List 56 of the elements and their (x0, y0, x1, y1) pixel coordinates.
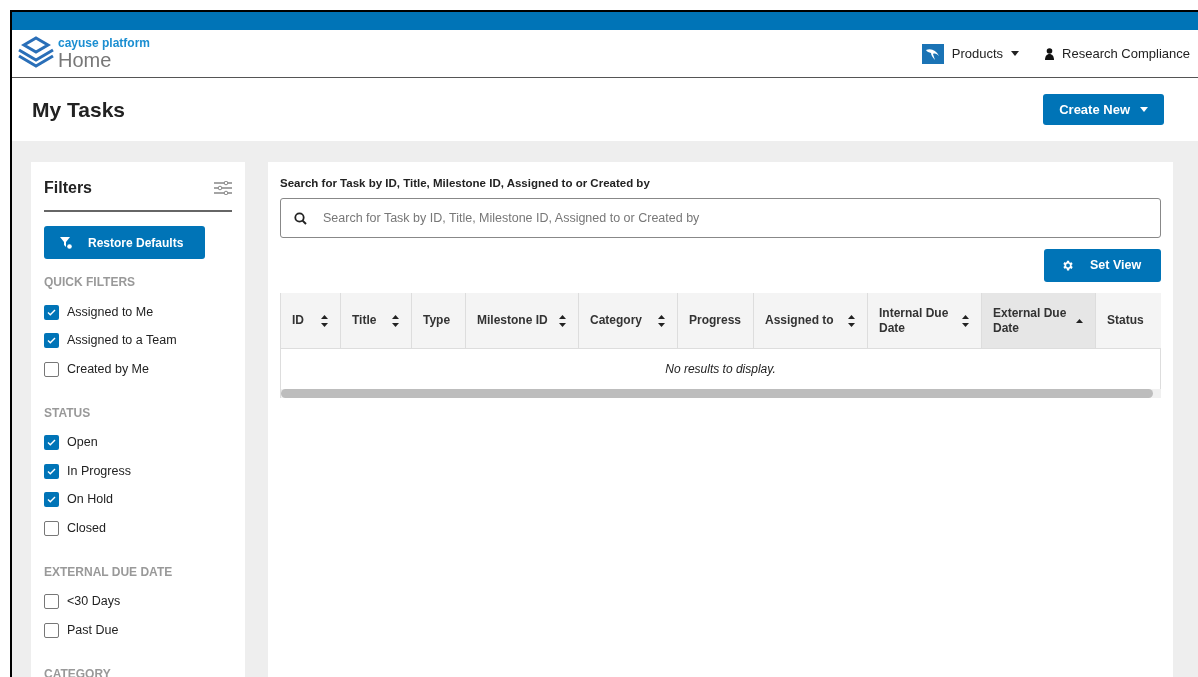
filter-group-title: STATUS (44, 404, 92, 422)
search-icon (294, 212, 307, 226)
checkbox[interactable] (44, 622, 59, 638)
caret-icon (1140, 107, 1148, 112)
empty-message: No results to display. (665, 361, 776, 379)
gear-icon (1061, 259, 1074, 273)
checkbox[interactable] (44, 435, 59, 451)
checkbox-label: Closed (67, 519, 106, 537)
checkbox-label: Past Due (67, 621, 119, 639)
checkbox-label: In Progress (67, 462, 131, 480)
products-menu[interactable]: Products (921, 43, 1020, 64)
create-new-button[interactable]: Create New (1043, 94, 1164, 125)
filters-title: Filters (44, 178, 92, 198)
section-name: Home (58, 50, 112, 70)
sort-ascending-icon[interactable] (1076, 318, 1083, 323)
checkbox-label: Open (67, 434, 98, 452)
set-view-button[interactable]: Set View (1044, 249, 1161, 283)
checkbox-label: Assigned to Me (67, 303, 154, 321)
checkbox[interactable] (44, 594, 59, 610)
checkbox[interactable] (44, 492, 59, 508)
checkbox-label: On Hold (67, 491, 113, 509)
checkmark-icon (47, 496, 56, 504)
sort-icon[interactable] (658, 314, 665, 327)
checkmark-icon (47, 308, 56, 316)
checkmark-icon (47, 337, 56, 345)
filter-group-title: EXTERNAL DUE DATE (44, 563, 174, 581)
checkmark-icon (47, 467, 56, 475)
checkbox[interactable] (44, 520, 59, 536)
bird-logo-icon (921, 43, 944, 64)
checkbox[interactable] (44, 463, 59, 479)
search-label: Search for Task by ID, Title, Milestone ID, Assigned to or Created by (280, 176, 651, 191)
sort-icon[interactable] (321, 314, 328, 327)
checkbox-label: <30 Days (67, 593, 121, 611)
search-field[interactable]: Search for Task by ID, Title, Milestone ID, Assigned to or Created by (280, 198, 1161, 239)
restore-defaults-button[interactable]: Restore Defaults (44, 226, 205, 259)
checkbox-label: Assigned to a Team (67, 332, 177, 350)
sort-icon[interactable] (559, 314, 566, 327)
checkbox-label: Created by Me (67, 360, 149, 378)
caret-icon (1011, 51, 1020, 56)
sort-icon[interactable] (392, 314, 399, 327)
brand-name: cayuse platform (58, 37, 151, 49)
checkmark-icon (47, 439, 56, 447)
sort-icon[interactable] (848, 314, 855, 327)
page-title: My Tasks (32, 96, 125, 123)
filter-icon (60, 236, 72, 249)
user-menu[interactable]: Research Compliance (1045, 43, 1198, 64)
filter-group-title: QUICK FILTERS (44, 274, 137, 291)
user-icon (1045, 47, 1055, 60)
checkbox[interactable] (44, 304, 59, 320)
column-header[interactable]: External Due Date (982, 293, 1096, 349)
checkbox[interactable] (44, 361, 59, 377)
horizontal-scrollbar[interactable] (281, 389, 1161, 399)
checkbox[interactable] (44, 333, 59, 349)
sliders-icon[interactable] (214, 181, 232, 195)
filter-group-title: CATEGORY (44, 665, 112, 677)
sort-icon[interactable] (962, 314, 969, 327)
